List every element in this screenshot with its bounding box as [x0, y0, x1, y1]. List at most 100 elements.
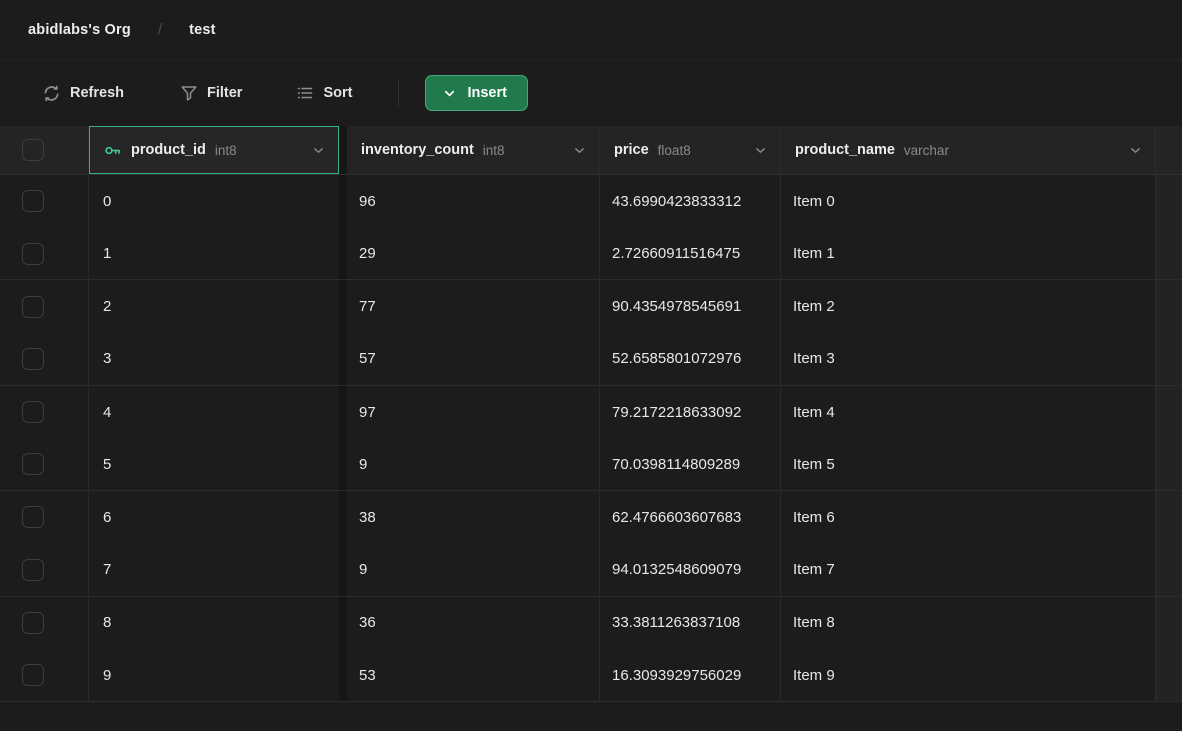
row-checkbox[interactable]: [22, 664, 44, 686]
table-row: 1 29 2.72660911516475 Item 1: [0, 228, 1182, 281]
table-row: 6 38 62.4766603607683 Item 6: [0, 491, 1182, 544]
cell-product-name[interactable]: Item 6: [781, 491, 1156, 544]
row-gutter: [1156, 280, 1182, 333]
cell-product-name[interactable]: Item 8: [781, 597, 1156, 650]
cell-product-name[interactable]: Item 9: [781, 649, 1156, 701]
cell-price[interactable]: 33.3811263837108: [600, 597, 781, 650]
table-row: 4 97 79.2172218633092 Item 4: [0, 386, 1182, 439]
row-select-cell: [0, 649, 89, 701]
row-select-cell: [0, 544, 89, 596]
cell-product-name[interactable]: Item 5: [781, 438, 1156, 490]
cell-inventory-count[interactable]: 77: [347, 280, 600, 333]
cell-product-name[interactable]: Item 3: [781, 333, 1156, 385]
chevron-down-icon[interactable]: [1128, 143, 1143, 158]
select-all-cell: [0, 126, 89, 174]
row-checkbox[interactable]: [22, 296, 44, 318]
row-gutter: [1156, 228, 1182, 280]
row-select-cell: [0, 386, 89, 439]
column-gap: [339, 175, 347, 228]
cell-price[interactable]: 62.4766603607683: [600, 491, 781, 544]
table-row: 8 36 33.3811263837108 Item 8: [0, 597, 1182, 650]
cell-product-id[interactable]: 1: [89, 228, 339, 280]
row-select-cell: [0, 597, 89, 650]
cell-product-name[interactable]: Item 0: [781, 175, 1156, 228]
chevron-down-icon[interactable]: [572, 143, 587, 158]
breadcrumb-table[interactable]: test: [189, 22, 216, 38]
column-header-product-id[interactable]: product_id int8: [89, 126, 339, 174]
cell-product-name[interactable]: Item 2: [781, 280, 1156, 333]
row-gutter: [1156, 333, 1182, 385]
cell-product-name[interactable]: Item 7: [781, 544, 1156, 596]
cell-inventory-count[interactable]: 29: [347, 228, 600, 280]
chevron-down-icon[interactable]: [311, 143, 326, 158]
column-type: varchar: [904, 143, 949, 158]
refresh-label: Refresh: [70, 85, 124, 101]
filter-button[interactable]: Filter: [176, 78, 246, 108]
cell-price[interactable]: 16.3093929756029: [600, 649, 781, 701]
cell-product-name[interactable]: Item 4: [781, 386, 1156, 439]
cell-inventory-count[interactable]: 9: [347, 544, 600, 596]
cell-inventory-count[interactable]: 97: [347, 386, 600, 439]
footer-bar: [0, 702, 1182, 731]
cell-inventory-count[interactable]: 9: [347, 438, 600, 490]
cell-inventory-count[interactable]: 96: [347, 175, 600, 228]
cell-product-id[interactable]: 5: [89, 438, 339, 490]
row-checkbox[interactable]: [22, 401, 44, 423]
cell-product-id[interactable]: 3: [89, 333, 339, 385]
cell-product-id[interactable]: 2: [89, 280, 339, 333]
column-name: product_name: [795, 142, 895, 158]
cell-product-id[interactable]: 4: [89, 386, 339, 439]
row-gutter: [1156, 438, 1182, 490]
row-checkbox[interactable]: [22, 612, 44, 634]
cell-inventory-count[interactable]: 38: [347, 491, 600, 544]
row-select-cell: [0, 491, 89, 544]
cell-price[interactable]: 52.6585801072976: [600, 333, 781, 385]
cell-inventory-count[interactable]: 57: [347, 333, 600, 385]
row-gutter: [1156, 491, 1182, 544]
cell-price[interactable]: 43.6990423833312: [600, 175, 781, 228]
refresh-button[interactable]: Refresh: [38, 78, 128, 109]
cell-product-id[interactable]: 0: [89, 175, 339, 228]
column-gap: [339, 386, 347, 439]
row-checkbox[interactable]: [22, 506, 44, 528]
data-grid: product_id int8 inventory_count int8 pri…: [0, 126, 1182, 702]
cell-price[interactable]: 94.0132548609079: [600, 544, 781, 596]
column-gap: [339, 228, 347, 280]
cell-product-id[interactable]: 8: [89, 597, 339, 650]
cell-inventory-count[interactable]: 53: [347, 649, 600, 701]
table-row: 5 9 70.0398114809289 Item 5: [0, 438, 1182, 491]
cell-product-name[interactable]: Item 1: [781, 228, 1156, 280]
column-header-inventory-count[interactable]: inventory_count int8: [347, 126, 600, 174]
row-select-cell: [0, 228, 89, 280]
cell-price[interactable]: 79.2172218633092: [600, 386, 781, 439]
column-type: float8: [658, 143, 691, 158]
row-checkbox[interactable]: [22, 190, 44, 212]
sort-label: Sort: [323, 85, 352, 101]
sort-button[interactable]: Sort: [292, 78, 356, 108]
select-all-checkbox[interactable]: [22, 139, 44, 161]
insert-button[interactable]: Insert: [425, 75, 528, 111]
chevron-down-icon: [442, 86, 457, 101]
cell-product-id[interactable]: 9: [89, 649, 339, 701]
column-header-product-name[interactable]: product_name varchar: [781, 126, 1156, 174]
column-gap: [339, 491, 347, 544]
chevron-down-icon[interactable]: [753, 143, 768, 158]
cell-price[interactable]: 70.0398114809289: [600, 438, 781, 490]
row-checkbox[interactable]: [22, 453, 44, 475]
sort-icon: [296, 84, 314, 102]
header-gutter: [1156, 126, 1182, 174]
row-checkbox[interactable]: [22, 243, 44, 265]
cell-inventory-count[interactable]: 36: [347, 597, 600, 650]
column-name: price: [614, 142, 649, 158]
row-checkbox[interactable]: [22, 559, 44, 581]
breadcrumb-separator: /: [158, 21, 162, 38]
row-select-cell: [0, 438, 89, 490]
column-header-price[interactable]: price float8: [600, 126, 781, 174]
cell-price[interactable]: 90.4354978545691: [600, 280, 781, 333]
row-checkbox[interactable]: [22, 348, 44, 370]
breadcrumb-org[interactable]: abidlabs's Org: [28, 22, 131, 38]
cell-product-id[interactable]: 6: [89, 491, 339, 544]
column-name: inventory_count: [361, 142, 474, 158]
cell-price[interactable]: 2.72660911516475: [600, 228, 781, 280]
cell-product-id[interactable]: 7: [89, 544, 339, 596]
